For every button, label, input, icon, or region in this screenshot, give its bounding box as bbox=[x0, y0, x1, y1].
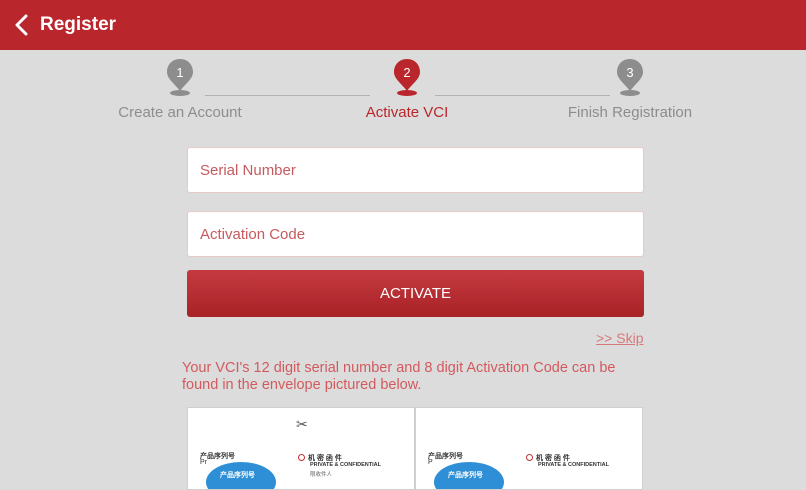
envelope-badge-text: 产品序列号 bbox=[220, 472, 255, 479]
brand-logo-icon bbox=[298, 454, 305, 461]
envelope-brand-en: PRIVATE & CONFIDENTIAL bbox=[538, 462, 609, 468]
chevron-left-icon[interactable] bbox=[14, 14, 30, 36]
envelope-brand-cn: 机 密 函 件 bbox=[536, 455, 570, 462]
step-2-pin-icon: 2 bbox=[394, 59, 420, 96]
envelope-serial-badge: 产品序列号 bbox=[434, 462, 504, 489]
step-create-account: 1 Create an Account bbox=[80, 58, 280, 121]
serial-number-field[interactable] bbox=[187, 147, 644, 193]
envelope-label-pr: Pr bbox=[200, 459, 207, 466]
page-title: Register bbox=[40, 14, 117, 35]
envelope-label-pr: P bbox=[428, 459, 433, 466]
step-3-pin-icon: 3 bbox=[617, 59, 643, 96]
envelope-info-text: Your VCI's 12 digit serial number and 8 … bbox=[182, 360, 616, 393]
step-number: 3 bbox=[626, 65, 633, 80]
skip-link[interactable]: >> Skip bbox=[596, 330, 643, 346]
envelope-label-cn: 产品序列号 bbox=[428, 453, 463, 460]
envelope-image-back: 产品序列号 P 产品序列号 机 密 函 件 PRIVATE & CONFIDEN… bbox=[415, 407, 643, 490]
envelope-brand-cn: 机 密 函 件 bbox=[308, 455, 342, 462]
step-label: Create an Account bbox=[118, 104, 242, 121]
envelope-brand-sub: 限收件人 bbox=[310, 472, 333, 478]
step-indicator: 1 Create an Account 2 Activate VCI 3 Fin… bbox=[0, 58, 806, 128]
serial-number-input[interactable] bbox=[200, 161, 643, 179]
step-activate-vci: 2 Activate VCI bbox=[307, 58, 507, 121]
scissors-icon: ✂ bbox=[296, 416, 308, 432]
envelope-brand-en: PRIVATE & CONFIDENTIAL bbox=[310, 462, 381, 468]
brand-logo-icon bbox=[526, 454, 533, 461]
app-header: Register bbox=[0, 0, 806, 50]
step-1-pin-icon: 1 bbox=[167, 59, 193, 96]
back-button[interactable] bbox=[0, 0, 30, 50]
step-number: 2 bbox=[403, 65, 410, 80]
activation-code-input[interactable] bbox=[200, 225, 643, 243]
activation-code-field[interactable] bbox=[187, 211, 644, 257]
step-label: Finish Registration bbox=[567, 104, 693, 121]
activate-button[interactable]: ACTIVATE bbox=[187, 270, 644, 317]
step-label: Activate VCI bbox=[365, 104, 449, 121]
step-finish-registration: 3 Finish Registration bbox=[530, 58, 730, 121]
envelope-badge-text: 产品序列号 bbox=[448, 472, 483, 479]
envelope-image-front: ✂ 产品序列号 Pr 产品序列号 机 密 函 件 PRIVATE & CONFI… bbox=[187, 407, 415, 490]
envelope-serial-badge: 产品序列号 bbox=[206, 462, 276, 489]
step-number: 1 bbox=[176, 65, 183, 80]
